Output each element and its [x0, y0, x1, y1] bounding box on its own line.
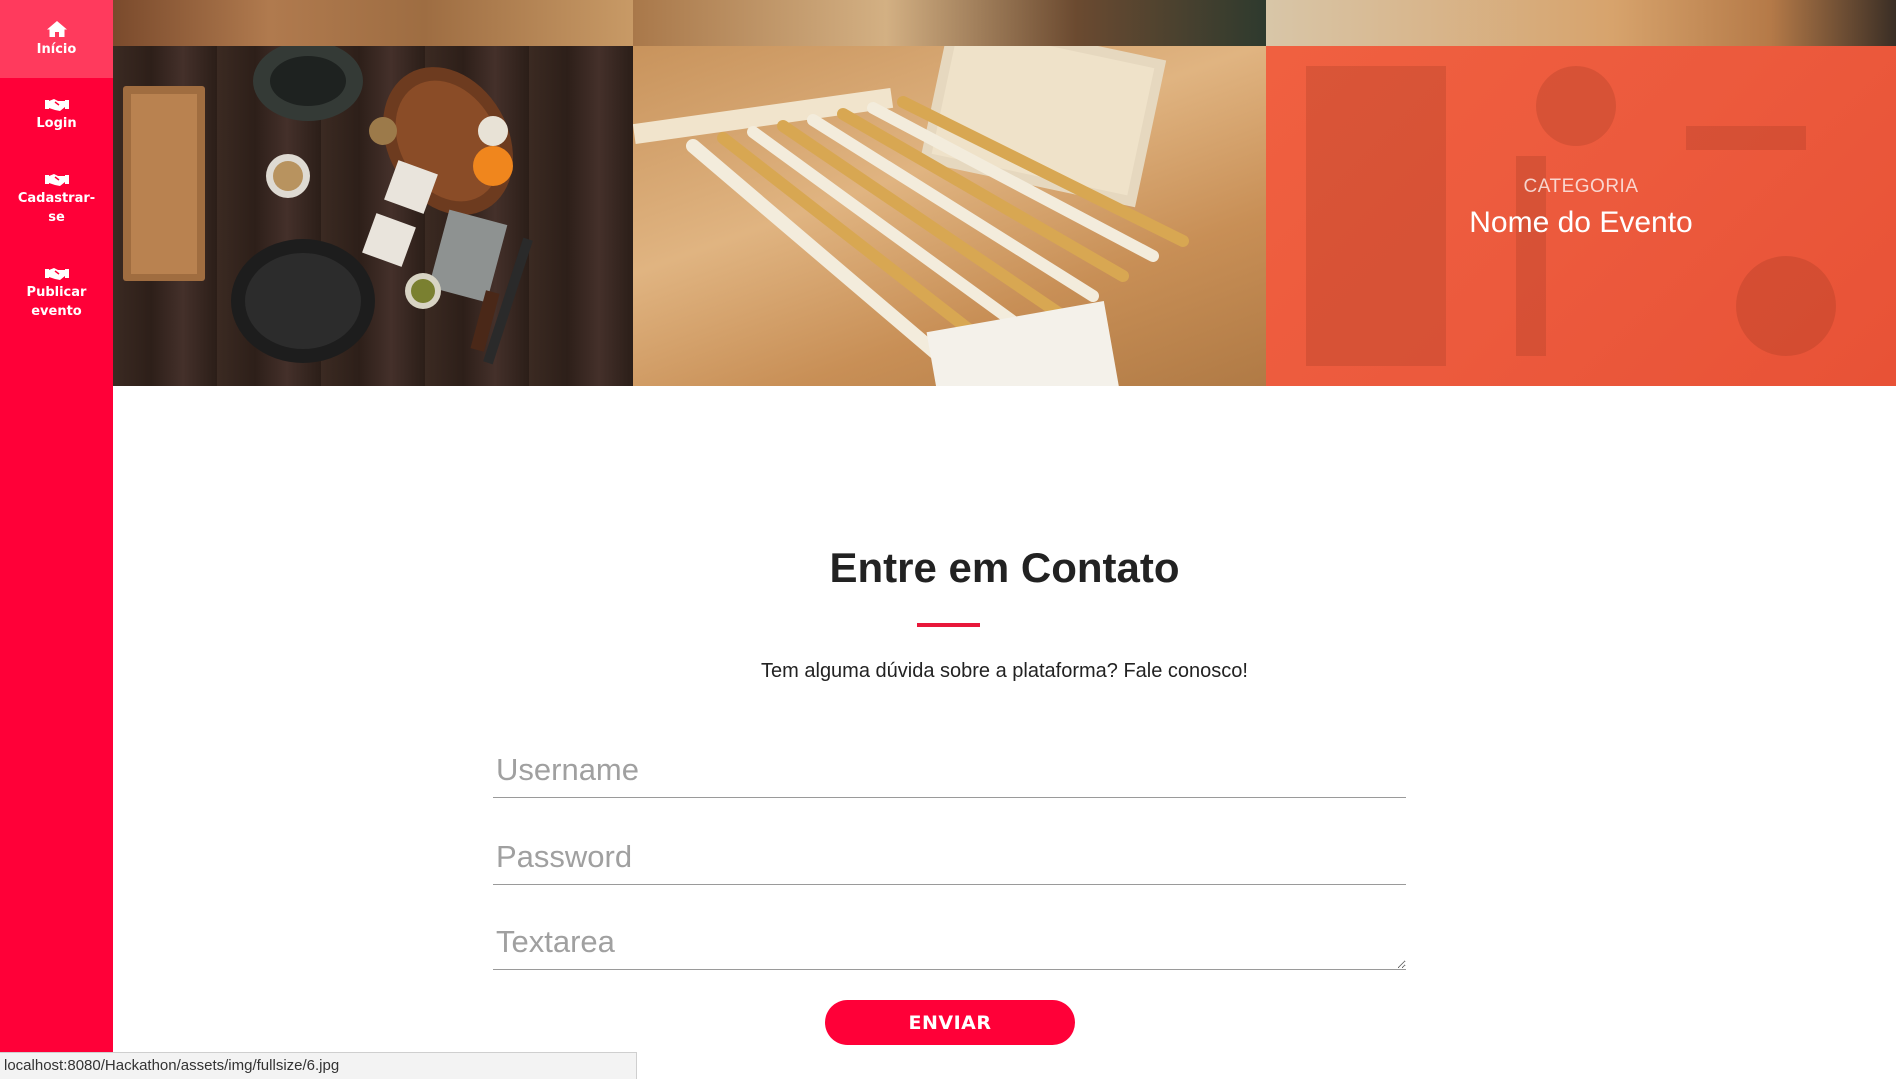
username-field[interactable] — [493, 742, 1406, 798]
gallery-image-tile[interactable] — [633, 0, 1266, 46]
rulers-photo — [633, 46, 1189, 386]
handshake-icon — [44, 99, 69, 111]
send-button[interactable]: ENVIAR — [825, 1000, 1075, 1045]
sidebar-item-label: Cadastrar- se — [17, 191, 96, 225]
handshake-icon — [44, 268, 69, 280]
gallery-image-rulers[interactable] — [633, 46, 1266, 386]
featured-event-tile[interactable]: CATEGORIA Nome do Evento — [1266, 46, 1896, 386]
browser-status-bar: localhost:8080/Hackathon/assets/img/full… — [0, 1052, 637, 1079]
event-name: Nome do Evento — [1469, 206, 1693, 239]
event-gallery: CATEGORIA Nome do Evento — [113, 0, 1896, 386]
gallery-image-kitchen[interactable] — [113, 46, 633, 386]
featured-event-caption: CATEGORIA Nome do Evento — [1266, 46, 1896, 386]
gallery-image-tile[interactable] — [113, 0, 633, 46]
gallery-image-tile[interactable] — [1266, 0, 1896, 46]
sidebar-item-publicar-evento[interactable]: Publicar evento — [0, 267, 113, 325]
event-category: CATEGORIA — [1523, 176, 1639, 197]
sidebar-item-label: Publicar evento — [26, 285, 87, 319]
password-field[interactable] — [493, 829, 1406, 885]
sidebar-nav: Início Login Cadastrar- se Publicar even… — [0, 0, 113, 1079]
sidebar-item-inicio[interactable]: Início — [0, 0, 113, 78]
sidebar-item-label: Início — [36, 42, 77, 57]
handshake-icon — [44, 174, 69, 186]
sidebar-item-label: Login — [36, 116, 77, 131]
contact-title: Entre em Contato — [829, 544, 1180, 591]
contact-section: Entre em Contato Tem alguma dúvida sobre… — [113, 386, 1896, 1079]
home-icon — [46, 21, 67, 37]
sidebar-item-cadastrar[interactable]: Cadastrar- se — [0, 173, 113, 231]
sidebar-item-login[interactable]: Login — [0, 98, 113, 144]
status-url: localhost:8080/Hackathon/assets/img/full… — [4, 1057, 340, 1074]
title-divider — [917, 623, 980, 627]
contact-subtitle: Tem alguma dúvida sobre a plataforma? Fa… — [761, 660, 1248, 682]
kitchen-photo — [123, 46, 533, 365]
message-textarea[interactable] — [493, 916, 1406, 970]
